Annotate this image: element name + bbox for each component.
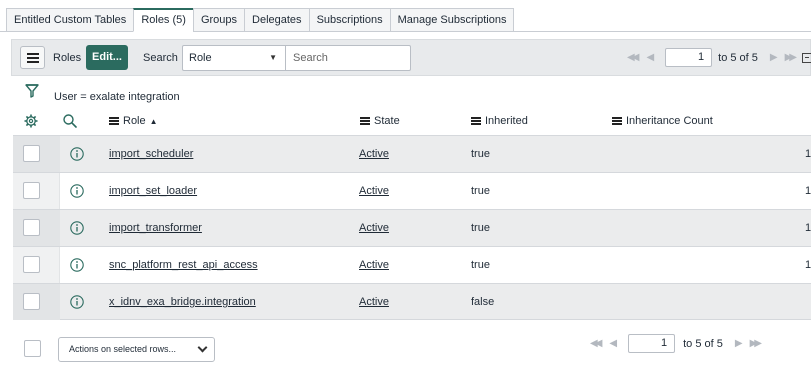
column-header-inheritance-count[interactable]: Inheritance Count	[612, 115, 713, 127]
actions-select-value: Actions on selected rows...	[69, 344, 177, 354]
inheritance-count-value: 1	[805, 148, 811, 160]
list-title: Roles	[53, 52, 82, 64]
sort-ascending-icon: ▲	[149, 116, 158, 126]
info-icon[interactable]	[70, 184, 84, 198]
tab-subscriptions[interactable]: Subscriptions	[308, 8, 390, 32]
inheritance-count-value: 1	[805, 259, 811, 271]
row-checkbox-cell	[13, 247, 60, 283]
double-chevron-left-icon[interactable]: ◀◀	[627, 52, 640, 63]
info-icon[interactable]	[70, 258, 84, 272]
column-label-role: Role	[123, 115, 146, 127]
column-header-state[interactable]: State	[360, 115, 400, 127]
list-menu-button[interactable]	[20, 46, 45, 69]
info-icon[interactable]	[70, 221, 84, 235]
table-header: Role ▲ State Inherited Inheritance Count	[0, 113, 811, 135]
inherited-value: true	[471, 185, 490, 197]
list-toolbar: Roles Edit... Search Role ▼ ◀◀ ◀ 1 to 5 …	[11, 39, 811, 76]
state-link[interactable]: Active	[359, 296, 389, 308]
role-link[interactable]: import_scheduler	[109, 148, 193, 160]
double-chevron-right-icon[interactable]: ▶▶	[785, 52, 798, 63]
column-menu-icon[interactable]	[360, 117, 370, 125]
row-checkbox-cell	[13, 136, 60, 172]
caret-down-icon: ▼	[269, 53, 277, 62]
page-number-input[interactable]: 1	[628, 334, 676, 353]
column-menu-icon[interactable]	[471, 117, 481, 125]
pagination-bottom: ◀◀ ◀ 1 to 5 of 5 ▶ ▶▶	[590, 334, 769, 353]
chevron-left-icon[interactable]: ◀	[609, 338, 617, 349]
state-link[interactable]: Active	[359, 185, 389, 197]
page-number-input[interactable]: 1	[665, 48, 713, 67]
table-row: x_idnv_exa_bridge.integration Active fal…	[13, 283, 811, 320]
row-checkbox-cell	[13, 173, 60, 209]
search-icon[interactable]	[63, 114, 77, 128]
tab-manage-subscriptions[interactable]: Manage Subscriptions	[389, 8, 515, 32]
row-checkbox[interactable]	[23, 182, 40, 199]
search-label: Search	[143, 52, 178, 64]
hamburger-icon	[26, 52, 39, 63]
roles-table-body: import_scheduler Active true 1 import_se…	[13, 135, 811, 320]
column-header-inherited[interactable]: Inherited	[471, 115, 528, 127]
info-icon[interactable]	[70, 147, 84, 161]
inherited-value: true	[471, 222, 490, 234]
column-label-inherited: Inherited	[485, 115, 528, 127]
tab-delegates[interactable]: Delegates	[244, 8, 309, 32]
inheritance-count-value: 1	[805, 222, 811, 234]
table-row: import_transformer Active true 1	[13, 209, 811, 246]
inherited-value: true	[471, 259, 490, 271]
info-icon[interactable]	[70, 295, 84, 309]
related-list-tabs: Entitled Custom Tables Roles (5) Groups …	[6, 8, 515, 32]
role-link[interactable]: import_transformer	[109, 222, 202, 234]
state-link[interactable]: Active	[359, 148, 389, 160]
filter-icon[interactable]	[25, 84, 39, 98]
actions-select[interactable]: Actions on selected rows...	[58, 337, 215, 362]
double-chevron-left-icon[interactable]: ◀◀	[590, 338, 603, 349]
row-checkbox[interactable]	[23, 293, 40, 310]
chevron-right-icon[interactable]: ▶	[735, 338, 743, 349]
row-checkbox[interactable]	[23, 145, 40, 162]
column-label-inheritance-count: Inheritance Count	[626, 115, 713, 127]
pagination-top: ◀◀ ◀ 1 to 5 of 5 ▶ ▶▶	[627, 40, 811, 75]
page-range-text: to 5 of 5	[718, 51, 758, 64]
tab-entitled-custom-tables[interactable]: Entitled Custom Tables	[6, 8, 134, 32]
row-checkbox[interactable]	[23, 219, 40, 236]
select-all-checkbox[interactable]	[24, 340, 41, 357]
chevron-right-icon[interactable]: ▶	[770, 52, 778, 63]
table-row: import_scheduler Active true 1	[13, 135, 811, 172]
role-link[interactable]: import_set_loader	[109, 185, 197, 197]
inheritance-count-value: 1	[805, 185, 811, 197]
column-label-state: State	[374, 115, 400, 127]
role-link[interactable]: x_idnv_exa_bridge.integration	[109, 296, 256, 308]
edit-button[interactable]: Edit...	[86, 45, 128, 70]
page-range-text: to 5 of 5	[683, 337, 723, 350]
table-row: import_set_loader Active true 1	[13, 172, 811, 209]
row-checkbox[interactable]	[23, 256, 40, 273]
chevron-down-icon	[197, 342, 208, 353]
row-checkbox-cell	[13, 284, 60, 320]
role-link[interactable]: snc_platform_rest_api_access	[109, 259, 258, 271]
row-checkbox-cell	[13, 210, 60, 246]
tab-roles[interactable]: Roles (5)	[133, 8, 193, 32]
search-input[interactable]	[285, 45, 411, 71]
state-link[interactable]: Active	[359, 222, 389, 234]
filter-breadcrumb[interactable]: User = exalate integration	[54, 91, 180, 103]
search-field-select[interactable]: Role ▼	[182, 45, 286, 71]
inherited-value: false	[471, 296, 495, 308]
gear-icon[interactable]	[24, 114, 38, 128]
double-chevron-right-icon[interactable]: ▶▶	[750, 338, 763, 349]
search-field-value: Role	[189, 52, 212, 64]
state-link[interactable]: Active	[359, 259, 389, 271]
tab-groups[interactable]: Groups	[192, 8, 245, 32]
table-row: snc_platform_rest_api_access Active true…	[13, 246, 811, 283]
inherited-value: true	[471, 148, 490, 160]
chevron-left-icon[interactable]: ◀	[646, 52, 654, 63]
column-menu-icon[interactable]	[612, 117, 622, 125]
collapse-icon[interactable]	[802, 52, 811, 63]
column-header-role[interactable]: Role ▲	[109, 115, 158, 127]
column-menu-icon[interactable]	[109, 117, 119, 125]
